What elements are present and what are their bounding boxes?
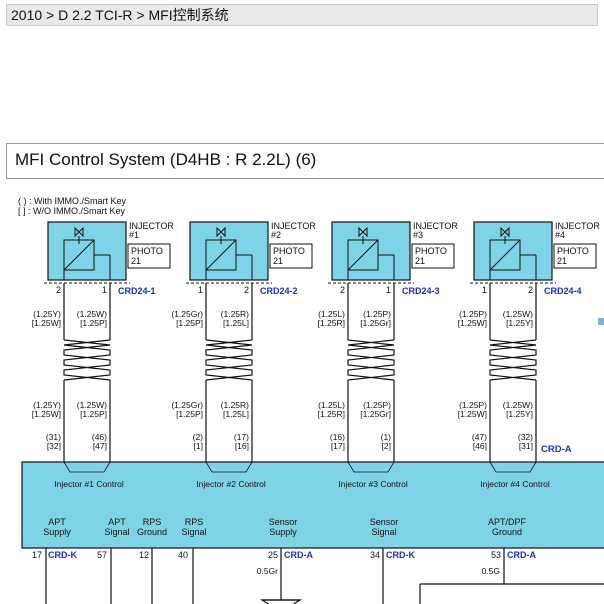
wire-label: [1.25W] xyxy=(32,318,61,328)
connector-label: CRD-K xyxy=(48,550,77,560)
pin-number: 12 xyxy=(139,550,149,560)
injector-box xyxy=(331,221,411,281)
pin-number: 1 xyxy=(482,285,487,295)
ecm-connector-label: CRD-A xyxy=(541,444,572,455)
pin-number: 2 xyxy=(340,285,345,295)
signal-label: Signal xyxy=(104,527,129,537)
pin-number: 40 xyxy=(178,550,188,560)
pin-number: 25 xyxy=(268,550,278,560)
wire-label: [1.25Y] xyxy=(506,409,533,419)
wire-label: [1.25P] xyxy=(176,409,203,419)
wire-label: 0.5G xyxy=(482,566,500,576)
connector-label: CRD24-3 xyxy=(402,286,440,296)
pin-number: 1 xyxy=(386,285,391,295)
wire-label: [1.25R] xyxy=(318,409,345,419)
pin-number: 2 xyxy=(244,285,249,295)
wire-label: [1.25R] xyxy=(318,318,345,328)
injector-number: #2 xyxy=(271,230,281,240)
photo-number: 21 xyxy=(131,256,141,266)
injector-number: #3 xyxy=(413,230,423,240)
signal-label: Sensor xyxy=(269,517,298,527)
wire-label: [1.25P] xyxy=(80,318,107,328)
photo-number: 21 xyxy=(557,256,567,266)
wire-label: [1.25P] xyxy=(80,409,107,419)
ecm-pin-label: [32] xyxy=(47,441,61,451)
injector-box xyxy=(189,221,269,281)
pin-number: 1 xyxy=(198,285,203,295)
photo-label: PHOTO xyxy=(273,246,305,256)
pin-number: 2 xyxy=(56,285,61,295)
ecm-pin-label: [16] xyxy=(235,441,249,451)
pin-number: 53 xyxy=(491,550,501,560)
wire-label: [1.25W] xyxy=(458,409,487,419)
photo-number: 21 xyxy=(273,256,283,266)
signal-label: Signal xyxy=(371,527,396,537)
pin-number: 57 xyxy=(97,550,107,560)
injector-control-label: Injector #4 Control xyxy=(480,479,550,489)
signal-label: APT xyxy=(48,517,66,527)
ecm-pin-label: [2] xyxy=(382,441,391,451)
signal-label: APT xyxy=(108,517,126,527)
pin-number: 17 xyxy=(32,550,42,560)
ecm-pin-label: [47] xyxy=(93,441,107,451)
pin-number: 2 xyxy=(528,285,533,295)
signal-label: RPS xyxy=(185,517,204,527)
wire-label: [1.25Gr] xyxy=(360,318,391,328)
photo-number: 21 xyxy=(415,256,425,266)
ecm-pin-label: [31] xyxy=(519,441,533,451)
injector-number: #1 xyxy=(129,230,139,240)
signal-label: RPS xyxy=(143,517,162,527)
ecm-pin-label: [17] xyxy=(331,441,345,451)
pin-number: 34 xyxy=(370,550,380,560)
ecm-pin-label: [1] xyxy=(194,441,203,451)
wire-label: [1.25Y] xyxy=(506,318,533,328)
signal-label: Signal xyxy=(181,527,206,537)
connector-label: CRD-A xyxy=(284,550,313,560)
signal-label: Sensor xyxy=(370,517,399,527)
photo-label: PHOTO xyxy=(557,246,589,256)
injector-control-label: Injector #1 Control xyxy=(54,479,124,489)
edge-marker xyxy=(598,318,604,325)
injector-number: #4 xyxy=(555,230,565,240)
injector-box xyxy=(47,221,127,281)
signal-label: Supply xyxy=(43,527,71,537)
signal-label: Supply xyxy=(269,527,297,537)
wire-label: 0.5Gr xyxy=(257,566,278,576)
connector-label: CRD24-2 xyxy=(260,286,298,296)
injector-control-label: Injector #2 Control xyxy=(196,479,266,489)
photo-label: PHOTO xyxy=(131,246,163,256)
connector-label: CRD-A xyxy=(507,550,536,560)
wire-label: [1.25W] xyxy=(458,318,487,328)
connector-label: CRD-K xyxy=(386,550,415,560)
wire-label: [1.25P] xyxy=(176,318,203,328)
injector-control-label: Injector #3 Control xyxy=(338,479,408,489)
signal-label: Ground xyxy=(137,527,167,537)
connector-label: CRD24-4 xyxy=(544,286,582,296)
wire-label: [1.25L] xyxy=(223,318,249,328)
signal-label: APT/DPF xyxy=(488,517,527,527)
injector-box xyxy=(473,221,553,281)
pin-number: 1 xyxy=(102,285,107,295)
wire-label: [1.25L] xyxy=(223,409,249,419)
wire-label: [1.25W] xyxy=(32,409,61,419)
wiring-diagram: CRD-AINJECTOR#1PHOTO212 1 CRD24-1(1.25Y)[1… xyxy=(21,221,604,604)
photo-label: PHOTO xyxy=(415,246,447,256)
ecm-pin-label: [46] xyxy=(473,441,487,451)
connector-label: CRD24-1 xyxy=(118,286,156,296)
signal-label: Ground xyxy=(492,527,522,537)
wire-label: [1.25Gr] xyxy=(360,409,391,419)
